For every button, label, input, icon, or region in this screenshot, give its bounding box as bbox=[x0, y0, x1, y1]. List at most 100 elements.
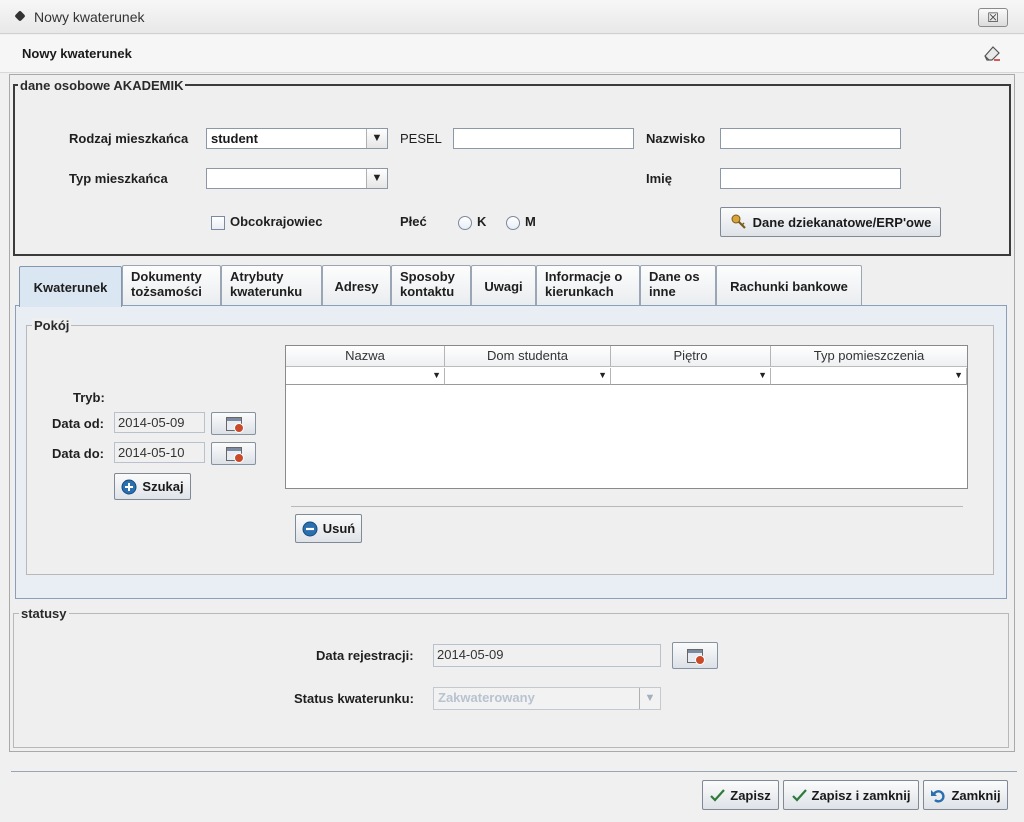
divider bbox=[291, 506, 963, 507]
tab-label: Atrybuty bbox=[230, 269, 284, 284]
dane-dziekanatowe-button[interactable]: Dane dziekanatowe/ERP'owe bbox=[720, 207, 941, 237]
tab-dane-os-inne[interactable]: Dane os inne bbox=[640, 265, 716, 306]
chevron-down-icon: ▼ bbox=[639, 688, 660, 709]
plec-label: Płeć bbox=[400, 214, 427, 229]
tab-sposoby-kontaktu[interactable]: Sposoby kontaktu bbox=[391, 265, 471, 306]
plec-m-label: M bbox=[525, 214, 536, 229]
typ-combo[interactable]: ▼ bbox=[206, 168, 388, 189]
pesel-label: PESEL bbox=[400, 131, 442, 146]
tab-adresy[interactable]: Adresy bbox=[322, 265, 391, 306]
rodzaj-label: Rodzaj mieszkańca bbox=[69, 131, 189, 146]
data-od-input[interactable]: 2014-05-09 bbox=[114, 412, 205, 433]
data-od-calendar-button[interactable] bbox=[211, 412, 256, 435]
chevron-down-icon[interactable]: ▼ bbox=[366, 129, 387, 148]
key-search-icon bbox=[731, 214, 746, 229]
plec-k-radio[interactable] bbox=[458, 216, 472, 230]
tab-label-line2: tożsamości bbox=[131, 284, 202, 299]
form-title: Nowy kwaterunek bbox=[22, 46, 132, 61]
window-titlebar: Nowy kwaterunek ☒ bbox=[0, 0, 1024, 34]
chevron-down-icon: ▼ bbox=[758, 370, 767, 380]
statusy-group bbox=[13, 613, 1009, 748]
tab-label: Rachunki bankowe bbox=[730, 278, 848, 294]
undo-icon bbox=[931, 789, 945, 803]
tab-label: Kwaterunek bbox=[33, 279, 108, 295]
obcokrajowiec-label: Obcokrajowiec bbox=[230, 214, 323, 229]
data-do-label: Data do: bbox=[52, 446, 104, 461]
rodzaj-combo[interactable]: student ▼ bbox=[206, 128, 388, 149]
szukaj-label: Szukaj bbox=[142, 479, 184, 494]
tab-label: Informacje o bbox=[545, 269, 623, 284]
zapisz-i-zamknij-button[interactable]: Zapisz i zamknij bbox=[783, 780, 919, 810]
rodzaj-value: student bbox=[211, 131, 258, 146]
plec-m-radio[interactable] bbox=[506, 216, 520, 230]
column-header-pietro[interactable]: Piętro bbox=[611, 346, 771, 366]
plus-icon bbox=[121, 479, 137, 494]
form-header: Nowy kwaterunek bbox=[0, 35, 1024, 73]
filter-typ[interactable]: ▼ bbox=[771, 368, 967, 385]
pesel-input[interactable] bbox=[453, 128, 634, 149]
column-header-nazwa[interactable]: Nazwa bbox=[286, 346, 445, 366]
data-rejestracji-input[interactable]: 2014-05-09 bbox=[433, 644, 661, 667]
usun-label: Usuń bbox=[322, 521, 356, 536]
data-rejestracji-label: Data rejestracji: bbox=[316, 648, 414, 663]
tryb-label: Tryb: bbox=[73, 390, 105, 405]
status-kwaterunku-combo: Zakwaterowany ▼ bbox=[433, 687, 661, 710]
tab-label: Dokumenty bbox=[131, 269, 202, 284]
tab-label: Uwagi bbox=[484, 278, 523, 294]
column-header-dom-studenta[interactable]: Dom studenta bbox=[445, 346, 611, 366]
zamknij-button[interactable]: Zamknij bbox=[923, 780, 1008, 810]
tab-rachunki-bankowe[interactable]: Rachunki bankowe bbox=[716, 265, 862, 306]
minus-icon bbox=[302, 521, 318, 536]
table-header: Nazwa Dom studenta Piętro Typ pomieszcze… bbox=[286, 346, 967, 367]
nazwisko-label: Nazwisko bbox=[646, 131, 706, 146]
data-do-calendar-button[interactable] bbox=[211, 442, 256, 465]
imie-input[interactable] bbox=[720, 168, 901, 189]
check-icon bbox=[710, 788, 726, 802]
data-od-label: Data od: bbox=[52, 416, 104, 431]
window-close-button[interactable]: ☒ bbox=[978, 8, 1008, 27]
nazwisko-input[interactable] bbox=[720, 128, 901, 149]
tab-label: Adresy bbox=[334, 278, 379, 294]
szukaj-button[interactable]: Szukaj bbox=[114, 473, 191, 500]
filter-pietro[interactable]: ▼ bbox=[611, 368, 771, 385]
pokoj-legend: Pokój bbox=[32, 318, 72, 333]
chevron-down-icon[interactable]: ▼ bbox=[366, 169, 387, 188]
tab-informacje-kierunki[interactable]: Informacje o kierunkach bbox=[536, 265, 640, 306]
tab-label-line2: kierunkach bbox=[545, 284, 614, 299]
data-od-value: 2014-05-09 bbox=[118, 415, 185, 430]
filter-nazwa[interactable]: ▼ bbox=[286, 368, 445, 385]
table-filter-row: ▼ ▼ ▼ ▼ bbox=[286, 368, 967, 386]
data-do-value: 2014-05-10 bbox=[118, 445, 185, 460]
calendar-icon bbox=[225, 446, 244, 463]
eraser-icon[interactable] bbox=[982, 44, 1002, 62]
data-rejestracji-calendar-button[interactable] bbox=[672, 642, 718, 669]
tab-dokumenty[interactable]: Dokumenty tożsamości bbox=[122, 265, 221, 306]
obcokrajowiec-checkbox[interactable] bbox=[211, 216, 225, 230]
tab-label: Sposoby bbox=[400, 269, 455, 284]
zapisz-label: Zapisz bbox=[730, 787, 771, 803]
statusy-legend: statusy bbox=[19, 606, 69, 621]
tab-label-line2: kwaterunku bbox=[230, 284, 303, 299]
rooms-table[interactable]: Nazwa Dom studenta Piętro Typ pomieszcze… bbox=[285, 345, 968, 489]
calendar-icon bbox=[687, 648, 705, 665]
zamknij-label: Zamknij bbox=[951, 787, 1001, 803]
personal-data-legend: dane osobowe AKADEMIK bbox=[18, 78, 186, 93]
tab-kwaterunek[interactable]: Kwaterunek bbox=[19, 266, 122, 307]
imie-label: Imię bbox=[646, 171, 673, 186]
filter-dom-studenta[interactable]: ▼ bbox=[445, 368, 611, 385]
zapisz-i-zamknij-label: Zapisz i zamknij bbox=[811, 787, 911, 803]
check-icon bbox=[791, 788, 807, 802]
column-header-typ[interactable]: Typ pomieszczenia bbox=[771, 346, 967, 366]
chevron-down-icon: ▼ bbox=[432, 370, 441, 380]
data-do-input[interactable]: 2014-05-10 bbox=[114, 442, 205, 463]
app-icon bbox=[14, 10, 26, 22]
dane-dziekanatowe-label: Dane dziekanatowe/ERP'owe bbox=[752, 214, 932, 230]
window-title: Nowy kwaterunek bbox=[34, 9, 145, 25]
zapisz-button[interactable]: Zapisz bbox=[702, 780, 779, 810]
tab-label-line2: inne bbox=[649, 284, 676, 299]
tab-uwagi[interactable]: Uwagi bbox=[471, 265, 536, 306]
tab-atrybuty[interactable]: Atrybuty kwaterunku bbox=[221, 265, 322, 306]
calendar-icon bbox=[225, 416, 244, 433]
plec-k-label: K bbox=[477, 214, 487, 229]
usun-button[interactable]: Usuń bbox=[295, 514, 362, 543]
